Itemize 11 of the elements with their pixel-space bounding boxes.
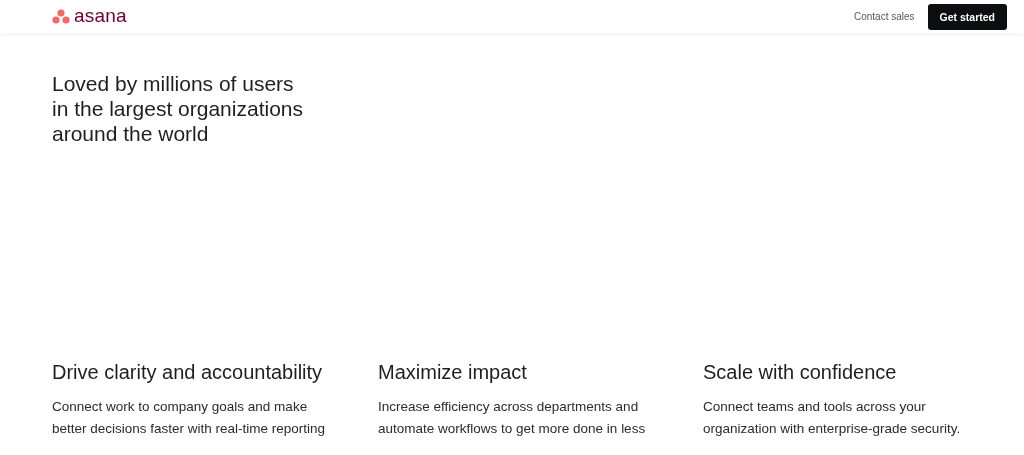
feature-heading: Scale with confidence (703, 360, 898, 385)
feature-heading: Maximize impact (378, 360, 528, 385)
feature-description: Increase efficiency across departments and automate workflows to get more done in less (378, 398, 647, 438)
contact-sales-link[interactable]: Contact sales (853, 11, 915, 22)
logo-text[interactable]: asana (74, 5, 127, 28)
hero-headline: Loved by millions of users in the largest organizations around the world (52, 71, 304, 146)
get-started-button[interactable]: Get started (927, 3, 1007, 30)
feature-description: Connect work to company goals and make better decisions faster with real-time reporting (52, 398, 327, 438)
feature-description: Connect teams and tools across your organization with enterprise-grade security. (703, 398, 962, 438)
logo-icon (52, 9, 70, 24)
feature-heading: Drive clarity and accountability (52, 360, 324, 385)
